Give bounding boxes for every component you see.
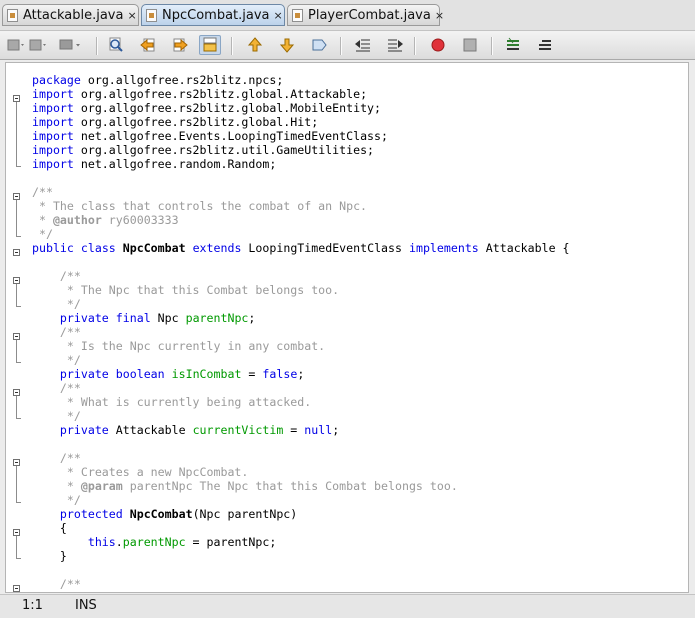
toggle-bookmark-icon[interactable] bbox=[308, 35, 330, 55]
code-line[interactable]: /** bbox=[32, 451, 570, 465]
code-line[interactable]: */ bbox=[32, 353, 570, 367]
status-bar: 1:1 INS bbox=[0, 594, 695, 618]
tab-npccombat-java[interactable]: NpcCombat.java × bbox=[141, 4, 285, 26]
fold-toggle-icon[interactable] bbox=[13, 193, 20, 200]
code-line[interactable]: import org.allgofree.rs2blitz.global.Hit… bbox=[32, 115, 570, 129]
code-line[interactable]: /** bbox=[32, 577, 570, 591]
code-line[interactable]: */ bbox=[32, 297, 570, 311]
code-line[interactable]: * What is currently being attacked. bbox=[32, 395, 570, 409]
code-line[interactable]: /** bbox=[32, 325, 570, 339]
editor-tab-bar: Attackable.java × NpcCombat.java × Playe… bbox=[0, 0, 695, 30]
code-line[interactable]: import org.allgofree.rs2blitz.util.GameU… bbox=[32, 143, 570, 157]
find-icon[interactable] bbox=[105, 35, 127, 55]
code-line[interactable]: */ bbox=[32, 227, 570, 241]
code-line[interactable]: protected NpcCombat(Npc parentNpc) bbox=[32, 507, 570, 521]
insert-mode: INS bbox=[75, 598, 97, 613]
toggle-highlight-search-icon[interactable] bbox=[199, 35, 221, 55]
editor-toolbar bbox=[0, 30, 695, 60]
code-line[interactable]: /** bbox=[32, 269, 570, 283]
previous-bookmark-icon[interactable] bbox=[244, 35, 266, 55]
code-line[interactable]: this.parentNpc = parentNpc; bbox=[32, 535, 570, 549]
start-macro-recording-icon[interactable] bbox=[427, 35, 449, 55]
code-line[interactable]: private Attackable currentVictim = null; bbox=[32, 423, 570, 437]
caret-position: 1:1 bbox=[22, 598, 43, 613]
code-line[interactable]: package org.allgofree.rs2blitz.npcs; bbox=[32, 73, 570, 87]
code-line[interactable]: * @param parentNpc The Npc that this Com… bbox=[32, 479, 570, 493]
code-line[interactable]: import org.allgofree.rs2blitz.global.Mob… bbox=[32, 101, 570, 115]
code-line[interactable]: */ bbox=[32, 409, 570, 423]
fold-toggle-icon[interactable] bbox=[13, 95, 20, 102]
code-line[interactable]: * Is the Npc currently in any combat. bbox=[32, 339, 570, 353]
tab-label: Attackable.java bbox=[23, 7, 124, 23]
java-file-icon bbox=[7, 8, 18, 22]
java-file-icon bbox=[146, 8, 157, 22]
stop-macro-recording-icon[interactable] bbox=[459, 35, 481, 55]
tab-label: PlayerCombat.java bbox=[308, 7, 431, 23]
code-line[interactable]: } bbox=[32, 549, 570, 563]
code-line[interactable]: private boolean isInCombat = false; bbox=[32, 367, 570, 381]
code-line[interactable]: import net.allgofree.random.Random; bbox=[32, 157, 570, 171]
code-line[interactable] bbox=[32, 437, 570, 451]
comment-icon[interactable] bbox=[502, 35, 524, 55]
find-next-icon[interactable] bbox=[169, 35, 191, 55]
code-line[interactable]: * @author ry60003333 bbox=[32, 213, 570, 227]
code-line[interactable] bbox=[32, 563, 570, 577]
code-line[interactable]: import net.allgofree.Events.LoopingTimed… bbox=[32, 129, 570, 143]
code-editor[interactable]: package org.allgofree.rs2blitz.npcs; impo… bbox=[5, 62, 689, 593]
tab-playercombat-java[interactable]: PlayerCombat.java × bbox=[287, 4, 444, 26]
tab-label: NpcCombat.java bbox=[162, 7, 270, 23]
last-edit-icon[interactable] bbox=[58, 35, 80, 55]
code-line[interactable]: { bbox=[32, 521, 570, 535]
code-line[interactable]: * The Npc that this Combat belongs too. bbox=[32, 283, 570, 297]
code-line[interactable]: */ bbox=[32, 493, 570, 507]
back-icon[interactable] bbox=[5, 35, 27, 55]
java-file-icon bbox=[292, 8, 303, 22]
code-line[interactable]: /** bbox=[32, 381, 570, 395]
close-icon[interactable]: × bbox=[127, 9, 136, 22]
fold-toggle-icon[interactable] bbox=[13, 529, 20, 536]
forward-icon[interactable] bbox=[27, 35, 49, 55]
code-line[interactable] bbox=[32, 171, 570, 185]
code-line[interactable]: /** bbox=[32, 185, 570, 199]
uncomment-icon[interactable] bbox=[534, 35, 556, 55]
fold-toggle-icon[interactable] bbox=[13, 459, 20, 466]
fold-toggle-icon[interactable] bbox=[13, 389, 20, 396]
fold-toggle-icon[interactable] bbox=[13, 585, 20, 592]
code-text[interactable]: package org.allgofree.rs2blitz.npcs; impo… bbox=[32, 73, 570, 591]
code-line[interactable]: private final Npc parentNpc; bbox=[32, 311, 570, 325]
code-line[interactable]: * The class that controls the combat of … bbox=[32, 199, 570, 213]
find-previous-icon[interactable] bbox=[137, 35, 159, 55]
shift-left-icon[interactable] bbox=[352, 35, 374, 55]
next-bookmark-icon[interactable] bbox=[276, 35, 298, 55]
shift-right-icon[interactable] bbox=[384, 35, 406, 55]
code-line[interactable]: * Creates a new NpcCombat. bbox=[32, 465, 570, 479]
code-line[interactable]: public class NpcCombat extends LoopingTi… bbox=[32, 241, 570, 255]
code-line[interactable] bbox=[32, 255, 570, 269]
fold-toggle-icon[interactable] bbox=[13, 249, 20, 256]
close-icon[interactable]: × bbox=[274, 9, 283, 22]
tab-attackable-java[interactable]: Attackable.java × bbox=[2, 4, 139, 26]
fold-toggle-icon[interactable] bbox=[13, 333, 20, 340]
code-line[interactable]: import org.allgofree.rs2blitz.global.Att… bbox=[32, 87, 570, 101]
close-icon[interactable]: × bbox=[435, 9, 444, 22]
fold-toggle-icon[interactable] bbox=[13, 277, 20, 284]
